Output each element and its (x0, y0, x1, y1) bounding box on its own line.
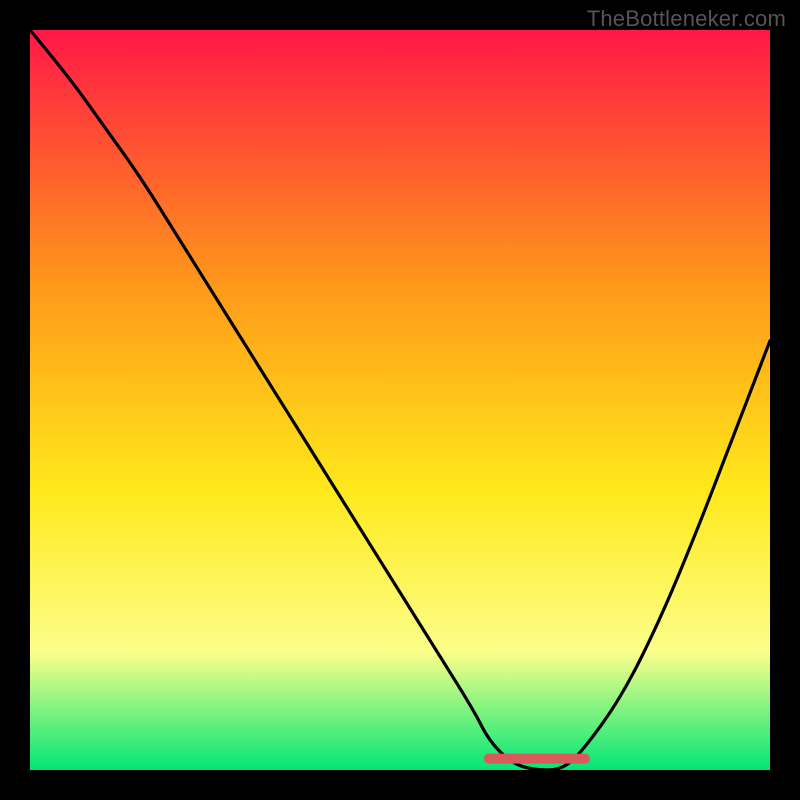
chart-curve-layer (30, 30, 770, 770)
chart-plot-area (30, 30, 770, 770)
watermark-text: TheBottleneker.com (587, 6, 786, 32)
bottleneck-curve (30, 30, 770, 770)
